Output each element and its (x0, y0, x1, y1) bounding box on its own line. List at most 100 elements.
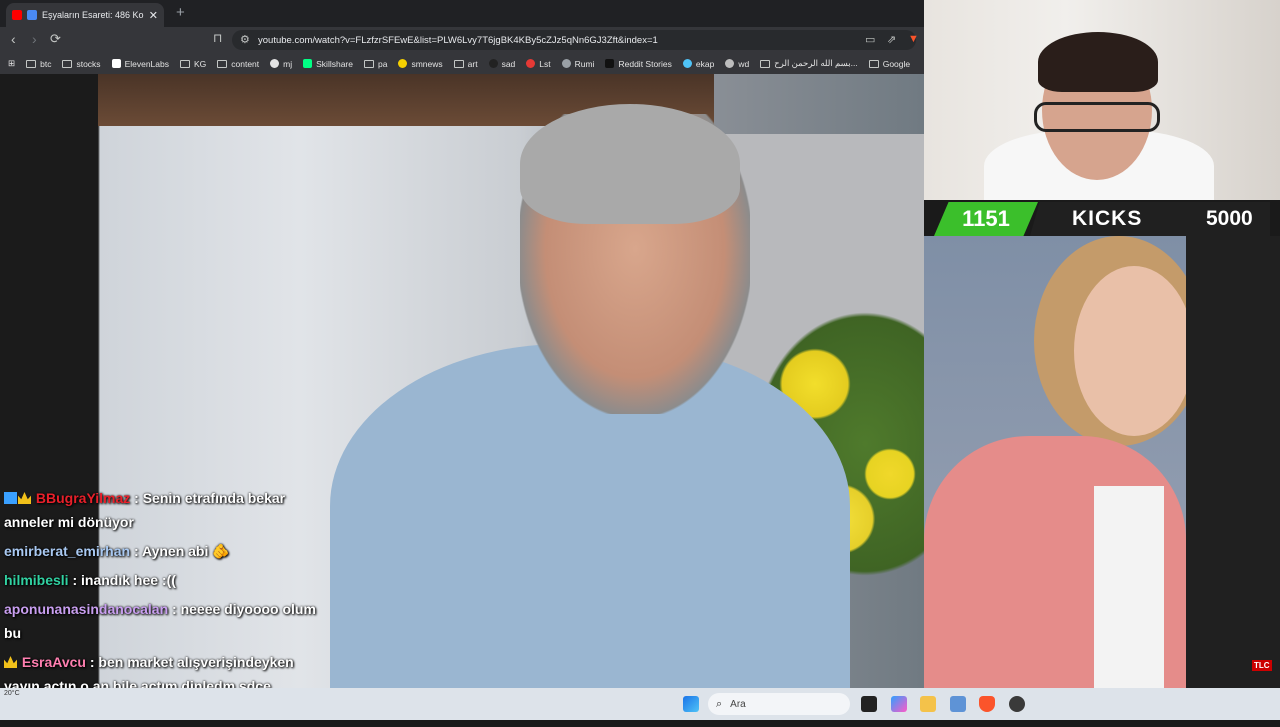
brave-shield-icon[interactable]: ▼ (908, 33, 919, 45)
kicks-label: KICKS (1072, 207, 1143, 230)
skillshare-icon (303, 59, 313, 68)
windows-start-icon[interactable] (683, 696, 699, 712)
channel-logo: TLC (1252, 660, 1272, 671)
file-explorer-icon[interactable] (920, 696, 936, 712)
wd-icon (725, 59, 735, 68)
folder-icon (26, 59, 37, 68)
browser-tab-bar: Eşyaların Esareti: 486 Koli Çık ✕ + (0, 0, 924, 27)
crown-badge-icon (4, 656, 17, 668)
elevenlabs-icon (111, 59, 121, 68)
d-icon (605, 59, 615, 68)
reload-icon[interactable]: ⟳ (50, 31, 61, 47)
folder-icon (868, 59, 879, 68)
bookmark-label: sad (501, 58, 516, 69)
smnews-icon (398, 59, 408, 68)
right-dark-panel (1186, 236, 1280, 688)
folder-icon (217, 59, 228, 68)
brave-browser-icon[interactable] (979, 696, 995, 712)
site-info-icon[interactable]: ⚙ (240, 33, 250, 46)
bookmark-label: KG (193, 58, 207, 69)
chat-message: aponunanasindanocalan : neeee diyoooo ol… (4, 597, 324, 645)
folder-icon (179, 59, 190, 68)
weather-widget[interactable]: 20°C (4, 690, 20, 697)
chat-username: hilmibesli (4, 572, 69, 588)
bookmark-item[interactable]: mj (270, 59, 292, 69)
kicks-goal-widget: 1151 KICKS 5000 (934, 202, 1270, 236)
back-icon[interactable]: ‹ (11, 31, 16, 47)
bookmark-item[interactable]: btc (26, 59, 51, 69)
bookmark-item[interactable]: sad (488, 58, 516, 69)
folder-icon (364, 59, 374, 68)
bookmark-label: ElevenLabs (124, 58, 169, 69)
webcam-person-glasses (1034, 102, 1160, 132)
apps-grid-icon[interactable]: ⊞ (8, 58, 15, 69)
bookmark-label: Google (882, 58, 911, 69)
bookmark-label: ekap (695, 58, 715, 69)
bookmark-label: Reddit Stories (618, 58, 672, 69)
bookmark-label: Skillshare (316, 58, 353, 69)
github-icon (270, 59, 280, 68)
bookmark-item[interactable]: Rumi (561, 58, 595, 69)
bookmark-item[interactable]: pa (364, 59, 387, 69)
chat-message: hilmibesli : inandık hee :(( (4, 568, 324, 592)
forward-icon[interactable]: › (32, 31, 37, 47)
bookmark-item[interactable]: stocks (62, 58, 101, 69)
bookmark-item[interactable]: wd (725, 59, 749, 69)
bookmark-item[interactable]: KG (179, 58, 207, 69)
bookmark-item[interactable]: Skillshare (303, 59, 353, 69)
bookmark-label: content (231, 58, 260, 69)
bookmark-item[interactable]: Google (868, 58, 911, 69)
close-tab-icon[interactable]: ✕ (149, 9, 158, 22)
bookmark-item[interactable]: art (453, 58, 478, 69)
folder-icon (453, 59, 464, 68)
obs-icon[interactable] (1009, 696, 1025, 712)
bookmark-item[interactable]: content (217, 59, 259, 69)
bookmarks-bar: ⊞ btc stocks ElevenLabs KG content mj Sk… (0, 53, 924, 74)
browser-tab[interactable]: Eşyaların Esareti: 486 Koli Çık ✕ (6, 3, 164, 27)
youtube-favicon-icon (12, 10, 22, 20)
task-view-icon[interactable] (861, 696, 877, 712)
bookmark-label: smnews (411, 58, 443, 69)
crown-badge-icon (18, 492, 31, 504)
bookmark-item[interactable]: Lst (526, 59, 551, 69)
bookmark-label: Rumi (574, 58, 595, 69)
chat-text: : Aynen abi 🫵 (133, 543, 230, 559)
video-person-hair (520, 104, 740, 224)
bookmark-label: pa (378, 58, 388, 69)
bookmark-item[interactable]: ElevenLabs (111, 58, 169, 69)
taskbar-search-placeholder: Ara (730, 698, 746, 710)
sad-icon (488, 59, 498, 68)
search-icon: ⌕ (716, 697, 723, 710)
taskbar-search[interactable]: ⌕ Ara (708, 693, 850, 715)
s-icon (526, 59, 536, 68)
rumi-icon (561, 59, 571, 68)
cast-icon[interactable]: ▭ (865, 33, 875, 46)
bookmark-item[interactable]: smnews (398, 58, 443, 69)
folder-icon (62, 59, 73, 68)
bookmark-item[interactable]: بسم الله الرحمن الرح... (760, 58, 858, 69)
bookmark-label: wd (738, 58, 750, 69)
address-bar-url: youtube.com/watch?v=FLzfzrSFEwE&list=PLW… (258, 34, 658, 46)
video-woman-undershirt (1094, 486, 1164, 688)
bookmark-label: بسم الله الرحمن الرح... (774, 58, 858, 68)
bookmark-item[interactable]: ekap (682, 58, 715, 69)
bookmark-label: art (467, 58, 478, 69)
bookmark-item[interactable]: Reddit Stories (605, 58, 672, 69)
kicks-count: 1151 (934, 202, 1038, 236)
chat-username: BBugraYilmaz (35, 490, 131, 506)
browser-toolbar: ‹ › ⟳ ⊓ ⚙ youtube.com/watch?v=FLzfzrSFEw… (0, 27, 924, 53)
doc-icon (760, 59, 771, 68)
share-icon[interactable]: ⇗ (887, 33, 896, 46)
webcam-person-hair (1038, 32, 1158, 92)
chat-message: emirberat_emirhan : Aynen abi 🫵 (4, 539, 324, 563)
snipping-tool-icon[interactable] (950, 696, 966, 712)
bookmark-icon[interactable]: ⊓ (213, 31, 222, 45)
video-woman-face (1074, 266, 1186, 436)
chat-message: BBugraYilmaz : Senin etrafında bekar ann… (4, 486, 324, 534)
address-bar[interactable]: ⚙ youtube.com/watch?v=FLzfzrSFEwE&list=P… (232, 30, 919, 50)
bookmark-label: btc (40, 58, 52, 69)
copilot-icon[interactable] (891, 696, 907, 712)
new-tab-icon[interactable]: + (176, 4, 185, 21)
kicks-goal: 5000 (1206, 207, 1253, 230)
bookmark-label: stocks (76, 58, 101, 69)
